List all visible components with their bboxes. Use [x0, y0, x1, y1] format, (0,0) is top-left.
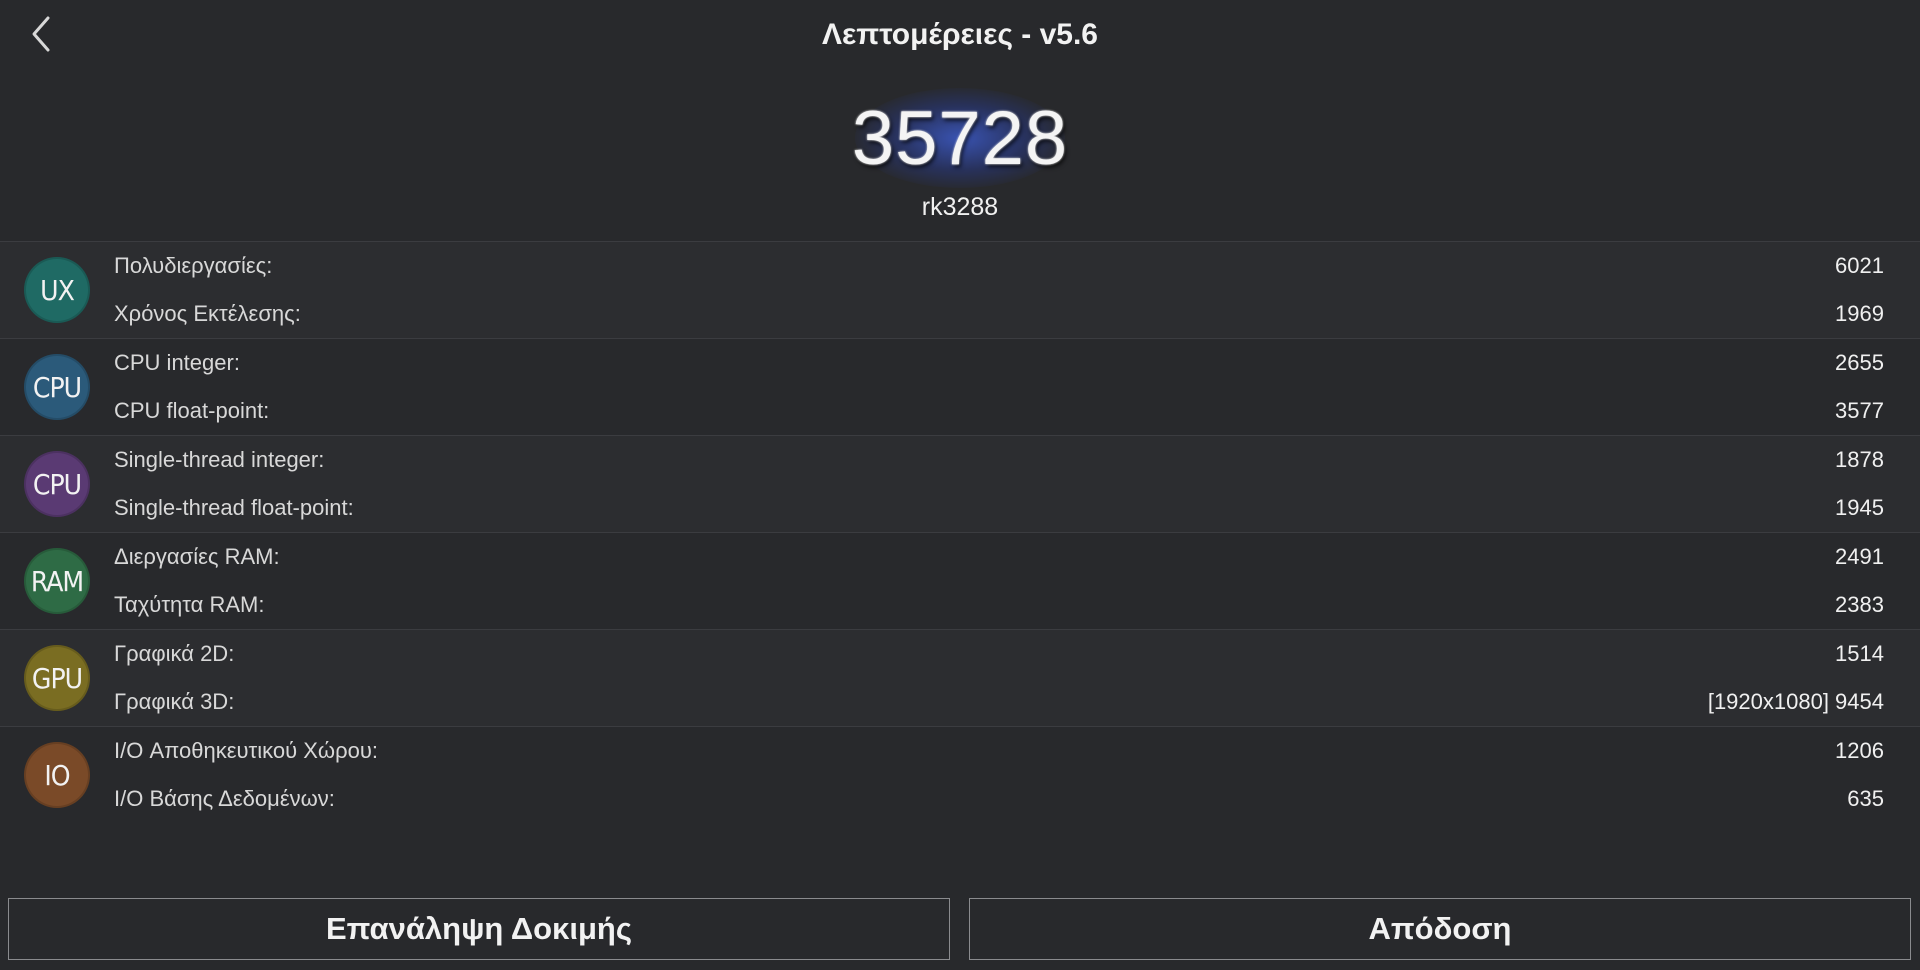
score-value: [1920x1080] 9454 — [1707, 689, 1884, 714]
total-score: 35728 — [0, 88, 1920, 188]
score-value: 1514 — [1835, 641, 1884, 666]
score-value: 1969 — [1835, 301, 1884, 326]
score-row: CPU float-point: 3577 — [114, 387, 1884, 435]
score-value: 1945 — [1835, 495, 1884, 520]
score-row: I/O Βάσης Δεδομένων: 635 — [114, 775, 1884, 823]
score-value: 2383 — [1835, 592, 1884, 617]
group-ram: RAM Διεργασίες RAM: 2491 Ταχύτητα RAM: 2… — [0, 533, 1920, 630]
total-score-value: 35728 — [851, 95, 1069, 181]
score-value: 635 — [1847, 786, 1884, 811]
score-label: CPU integer: — [114, 350, 240, 375]
score-row: CPU integer: 2655 — [114, 339, 1884, 387]
performance-button[interactable]: Απόδοση — [969, 898, 1911, 960]
score-label: Γραφικά 2D: — [114, 641, 235, 666]
group-cpu: CPU CPU integer: 2655 CPU float-point: 3… — [0, 339, 1920, 436]
score-label: Single-thread float-point: — [114, 495, 354, 520]
benchmark-details-page: Λεπτομέρειες - v5.6 35728 rk3288 UX Πολυ… — [0, 0, 1920, 970]
score-value: 2655 — [1835, 350, 1884, 375]
gpu-badge: GPU — [24, 645, 90, 711]
ux-badge: UX — [24, 257, 90, 323]
group-io: IO I/O Αποθηκευτικού Χώρου: 1206 I/O Βάσ… — [0, 727, 1920, 823]
score-row: Ταχύτητα RAM: 2383 — [114, 581, 1884, 629]
score-value: 3577 — [1835, 398, 1884, 423]
score-value: 1878 — [1835, 447, 1884, 472]
group-gpu: GPU Γραφικά 2D: 1514 Γραφικά 3D: [1920x1… — [0, 630, 1920, 727]
score-row: Γραφικά 3D: [1920x1080] 9454 — [114, 678, 1884, 726]
score-value: 1206 — [1835, 738, 1884, 763]
single-thread-cpu-badge: CPU — [24, 451, 90, 517]
score-label: I/O Βάσης Δεδομένων: — [114, 786, 335, 811]
score-label: Πολυδιεργασίες: — [114, 253, 273, 278]
group-ux: UX Πολυδιεργασίες: 6021 Χρόνος Εκτέλεσης… — [0, 242, 1920, 339]
score-label: Γραφικά 3D: — [114, 689, 235, 714]
score-row: Χρόνος Εκτέλεσης: 1969 — [114, 290, 1884, 338]
device-name: rk3288 — [921, 193, 999, 221]
score-label: Ταχύτητα RAM: — [114, 592, 265, 617]
score-row: Πολυδιεργασίες: 6021 — [114, 242, 1884, 290]
score-label: Χρόνος Εκτέλεσης: — [114, 301, 301, 326]
score-label: I/O Αποθηκευτικού Χώρου: — [114, 738, 378, 763]
score-label: CPU float-point: — [114, 398, 270, 423]
cpu-badge: CPU — [24, 354, 90, 420]
page-title: Λεπτομέρειες - v5.6 — [821, 18, 1098, 51]
score-row: Διεργασίες RAM: 2491 — [114, 533, 1884, 581]
score-label: Διεργασίες RAM: — [114, 544, 280, 569]
ram-badge: RAM — [24, 548, 90, 614]
io-badge: IO — [24, 742, 90, 808]
score-row: Γραφικά 2D: 1514 — [114, 630, 1884, 678]
score-list: UX Πολυδιεργασίες: 6021 Χρόνος Εκτέλεσης… — [0, 241, 1920, 823]
group-single-thread: CPU Single-thread integer: 1878 Single-t… — [0, 436, 1920, 533]
score-value: 6021 — [1835, 253, 1884, 278]
score-row: Single-thread integer: 1878 — [114, 436, 1884, 484]
repeat-test-button[interactable]: Επανάληψη Δοκιμής — [8, 898, 950, 960]
score-label: Single-thread integer: — [114, 447, 325, 472]
score-value: 2491 — [1835, 544, 1884, 569]
score-row: I/O Αποθηκευτικού Χώρου: 1206 — [114, 727, 1884, 775]
score-row: Single-thread float-point: 1945 — [114, 484, 1884, 532]
